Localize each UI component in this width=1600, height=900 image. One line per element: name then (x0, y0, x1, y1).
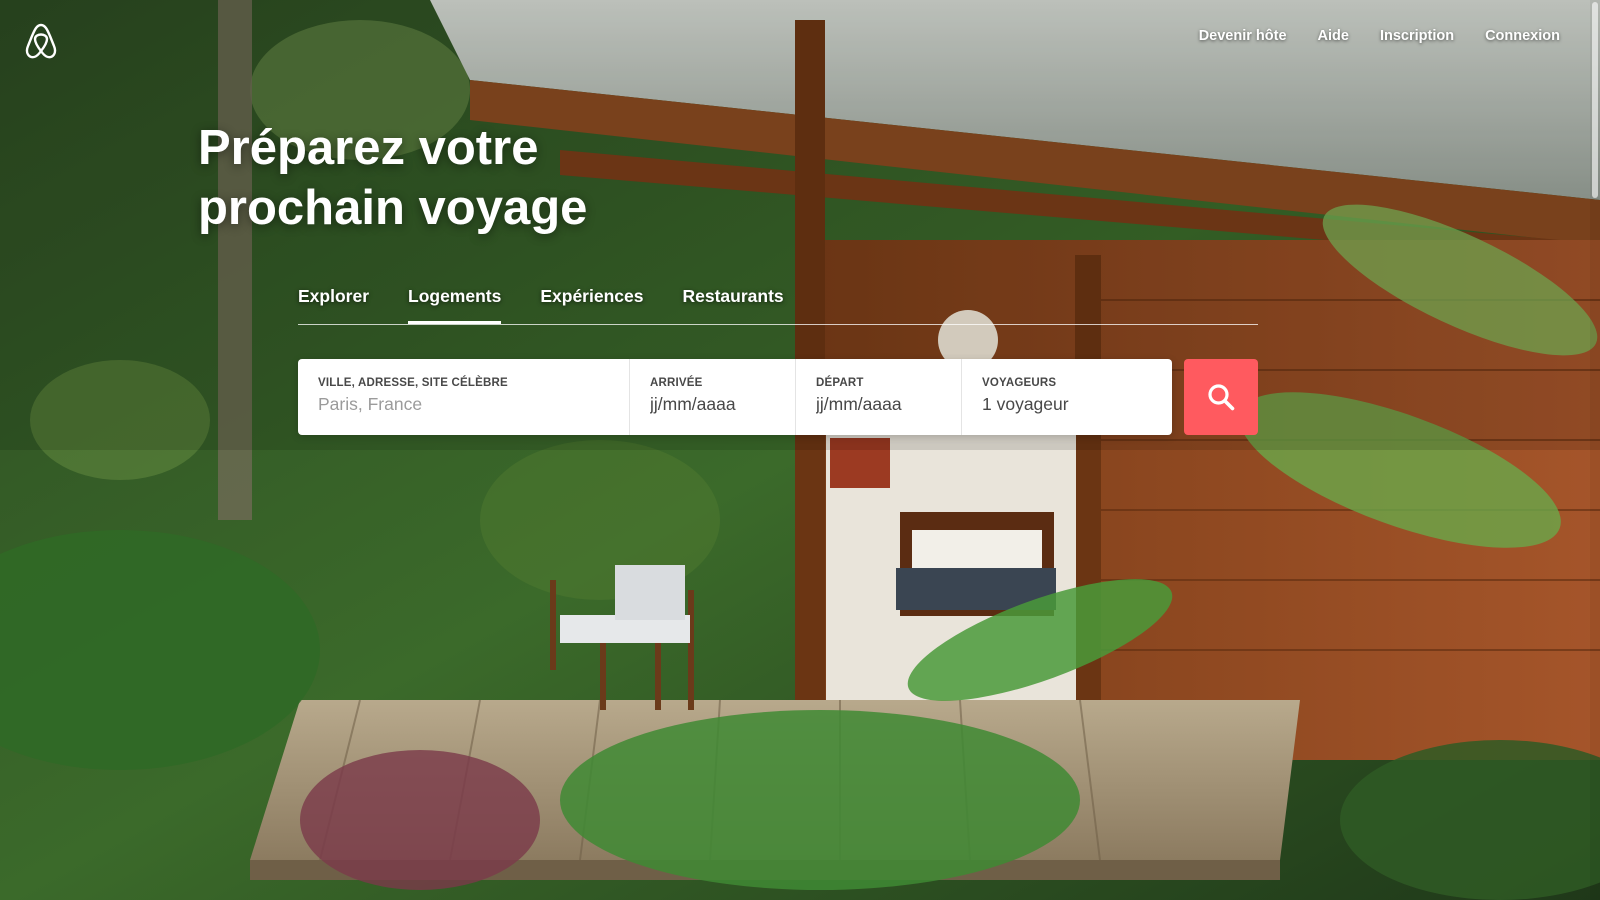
tab-experiences[interactable]: Expériences (540, 268, 643, 324)
page-title-line-2: prochain voyage (198, 181, 588, 235)
page-title: Préparez votre prochain voyage (198, 118, 718, 238)
search-icon (1208, 384, 1235, 411)
search-form: VILLE, ADRESSE, SITE CÉLÈBRE ARRIVÉE DÉP… (298, 359, 1172, 435)
nav-link-devenir-hote[interactable]: Devenir hôte (1199, 28, 1287, 44)
nav-link-inscription[interactable]: Inscription (1380, 28, 1454, 44)
scrollbar-thumb[interactable] (1592, 2, 1598, 198)
page-scrollbar[interactable] (1590, 0, 1600, 900)
tab-explorer[interactable]: Explorer (298, 268, 369, 324)
checkin-input[interactable] (650, 394, 775, 415)
guests-field[interactable]: VOYAGEURS 1 voyageur (962, 359, 1172, 435)
checkin-field[interactable]: ARRIVÉE (630, 359, 796, 435)
destination-field[interactable]: VILLE, ADRESSE, SITE CÉLÈBRE (298, 359, 630, 435)
tab-restaurants[interactable]: Restaurants (682, 268, 783, 324)
search-button[interactable] (1184, 359, 1258, 435)
top-navigation: Devenir hôte Aide Inscription Connexion (1199, 28, 1560, 44)
guests-label: VOYAGEURS (982, 377, 1057, 389)
checkout-field[interactable]: DÉPART (796, 359, 962, 435)
page-title-line-1: Préparez votre (198, 121, 539, 175)
checkout-label: DÉPART (816, 377, 864, 389)
destination-label: VILLE, ADRESSE, SITE CÉLÈBRE (318, 377, 508, 389)
nav-link-connexion[interactable]: Connexion (1485, 28, 1560, 44)
nav-link-aide[interactable]: Aide (1318, 28, 1349, 44)
tab-logements[interactable]: Logements (408, 268, 502, 324)
guests-select[interactable]: 1 voyageur (982, 394, 1152, 415)
checkout-input[interactable] (816, 394, 941, 415)
airbnb-logo-icon[interactable] (24, 22, 58, 60)
search-category-tabs: Explorer Logements Expériences Restauran… (298, 268, 1258, 325)
checkin-label: ARRIVÉE (650, 377, 703, 389)
destination-input[interactable] (318, 394, 609, 415)
